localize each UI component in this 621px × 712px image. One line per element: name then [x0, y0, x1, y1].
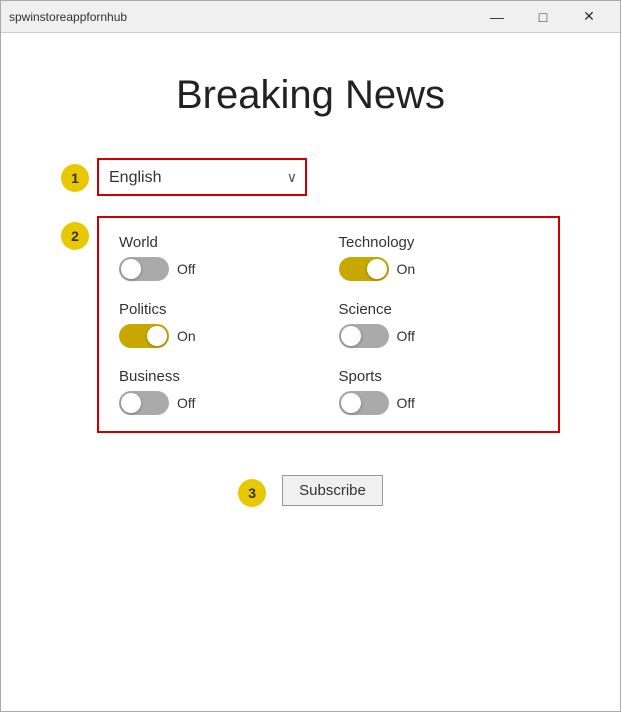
toggle-sports[interactable] — [339, 391, 389, 415]
subscribe-section: 3 Subscribe — [238, 473, 383, 507]
app-window: spwinstoreappfornhub — □ ✕ Breaking News… — [0, 0, 621, 712]
toggle-row-science: Off — [339, 324, 539, 348]
category-science-label: Science — [339, 301, 539, 318]
titlebar: spwinstoreappfornhub — □ ✕ — [1, 1, 620, 33]
category-world: World Off — [119, 234, 319, 281]
toggle-world-status: Off — [177, 261, 195, 277]
toggle-sports-status: Off — [397, 395, 415, 411]
toggle-sports-thumb — [341, 393, 361, 413]
toggle-world[interactable] — [119, 257, 169, 281]
toggle-technology-track — [339, 257, 389, 281]
subscribe-button[interactable]: Subscribe — [282, 475, 383, 506]
main-content: Breaking News 1 English Spanish French G… — [1, 33, 620, 711]
toggle-science-thumb — [341, 326, 361, 346]
step2-badge: 2 — [61, 222, 89, 250]
toggle-business-status: Off — [177, 395, 195, 411]
toggle-world-track — [119, 257, 169, 281]
toggle-technology-thumb — [367, 259, 387, 279]
toggle-science[interactable] — [339, 324, 389, 348]
toggle-science-status: Off — [397, 328, 415, 344]
toggle-business[interactable] — [119, 391, 169, 415]
category-science: Science Off — [339, 301, 539, 348]
category-technology-label: Technology — [339, 234, 539, 251]
language-select[interactable]: English Spanish French German — [99, 160, 305, 194]
category-technology: Technology On — [339, 234, 539, 281]
toggle-politics-track — [119, 324, 169, 348]
language-wrapper: English Spanish French German ∨ — [97, 158, 560, 196]
toggle-politics[interactable] — [119, 324, 169, 348]
category-politics: Politics On — [119, 301, 319, 348]
toggle-science-track — [339, 324, 389, 348]
minimize-button[interactable]: — — [474, 1, 520, 33]
page-title: Breaking News — [176, 73, 445, 118]
toggle-world-thumb — [121, 259, 141, 279]
category-sports-label: Sports — [339, 368, 539, 385]
close-button[interactable]: ✕ — [566, 1, 612, 33]
category-world-label: World — [119, 234, 319, 251]
categories-box: World Off Technology — [97, 216, 560, 433]
toggle-technology[interactable] — [339, 257, 389, 281]
toggle-business-track — [119, 391, 169, 415]
category-business: Business Off — [119, 368, 319, 415]
toggle-politics-status: On — [177, 328, 196, 344]
toggle-row-business: Off — [119, 391, 319, 415]
toggle-business-thumb — [121, 393, 141, 413]
language-select-container[interactable]: English Spanish French German ∨ — [97, 158, 307, 196]
categories-section: 2 World Off Technol — [61, 216, 560, 433]
category-sports: Sports Off — [339, 368, 539, 415]
toggle-row-sports: Off — [339, 391, 539, 415]
window-controls: — □ ✕ — [474, 1, 612, 33]
step3-badge: 3 — [238, 479, 266, 507]
step1-badge: 1 — [61, 164, 89, 192]
toggle-technology-status: On — [397, 261, 416, 277]
category-politics-label: Politics — [119, 301, 319, 318]
maximize-button[interactable]: □ — [520, 1, 566, 33]
toggle-sports-track — [339, 391, 389, 415]
toggle-row-politics: On — [119, 324, 319, 348]
toggle-row-technology: On — [339, 257, 539, 281]
toggle-politics-thumb — [147, 326, 167, 346]
category-business-label: Business — [119, 368, 319, 385]
toggle-row-world: Off — [119, 257, 319, 281]
language-section: 1 English Spanish French German ∨ — [61, 158, 560, 196]
window-title: spwinstoreappfornhub — [9, 10, 127, 24]
